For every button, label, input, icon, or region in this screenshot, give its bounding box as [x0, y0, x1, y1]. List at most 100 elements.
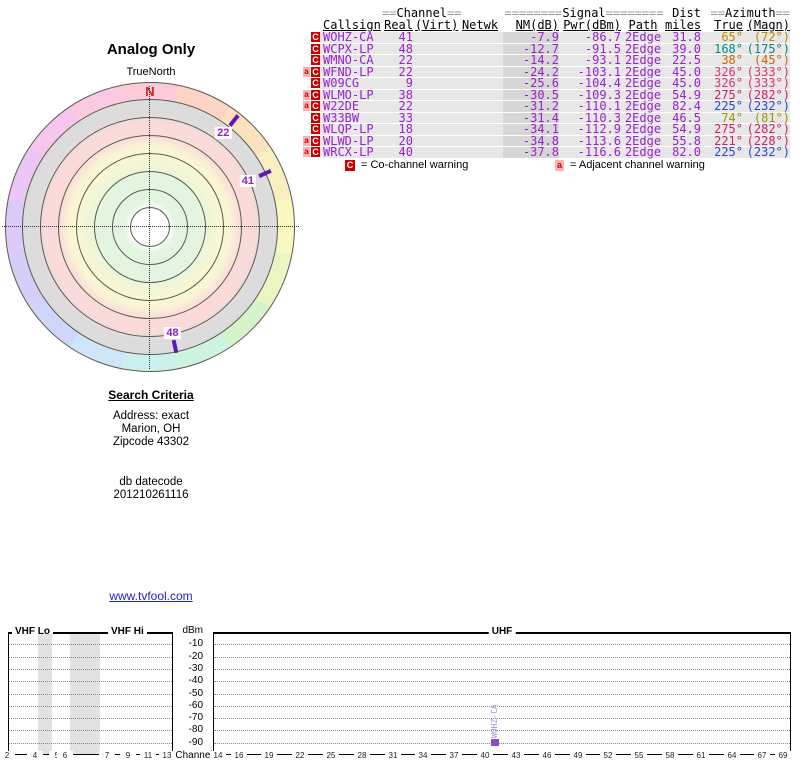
table-row: a C W22DE 22 -31.2 -110.1 2Edge 82.4 225° (232°): [303, 100, 790, 112]
radar-marker-label: 41: [239, 175, 256, 188]
real-channel-cell: 22: [382, 100, 413, 112]
power-cell: -104.4: [559, 77, 621, 89]
channel-tick-label: 49: [570, 751, 586, 760]
legend-co-channel: C = Co-channel warning: [345, 159, 468, 171]
virtual-channel-cell: [413, 147, 457, 158]
callsign-cell: WRCX-LP: [320, 146, 382, 158]
channel-tick-label: 69: [775, 751, 791, 760]
channel-tick-label: 2: [0, 751, 15, 760]
table-row: a C WRCX-LP 40 -37.8 -116.6 2Edge 82.0 225° (232°…: [303, 146, 790, 158]
row-warning-flags: C: [303, 124, 320, 135]
gridline: [214, 669, 790, 670]
power-cell: -112.9: [559, 123, 621, 135]
radar-plot: N 22 41 48: [2, 82, 299, 372]
distance-cell: 82.4: [665, 100, 701, 112]
radar-crosshair-vertical: [149, 86, 150, 369]
distance-cell: 31.8: [665, 31, 701, 43]
tvfool-link[interactable]: www.tvfool.com: [0, 589, 302, 603]
network-cell: [457, 78, 503, 89]
power-cell: -86.7: [559, 31, 621, 43]
gridline: [214, 694, 790, 695]
channel-tick-label: 13: [159, 751, 175, 760]
network-cell: [457, 101, 503, 112]
row-warning-flags: C: [303, 32, 320, 43]
radar-orientation-label: TrueNorth: [126, 66, 176, 78]
azimuth-true-cell: 275°: [701, 123, 743, 135]
co-channel-flag-icon: C: [311, 89, 320, 100]
table-row: C WLQP-LP 18 -34.1 -112.9 2Edge 54.9 275° (282°): [303, 123, 790, 135]
gridline: [214, 706, 790, 707]
real-channel-cell: 41: [382, 31, 413, 43]
network-cell: [457, 43, 503, 54]
gridline: [9, 644, 172, 645]
virtual-channel-cell: [413, 66, 457, 77]
signal-bar-callsign-label: WOHZ-CA: [490, 704, 499, 738]
azimuth-magn-cell: (333°): [743, 77, 790, 89]
gridline: [214, 718, 790, 719]
adjacent-channel-flag-icon: a: [303, 135, 310, 146]
co-channel-flag-icon: C: [311, 135, 320, 146]
virtual-channel-cell: [413, 43, 457, 54]
real-channel-cell: 22: [382, 54, 413, 66]
gridline: [214, 743, 790, 744]
co-channel-flag-icon: C: [311, 43, 320, 54]
co-channel-flag-icon: C: [311, 124, 320, 135]
row-warning-flags: aC: [303, 147, 320, 158]
gridline: [9, 694, 172, 695]
row-warning-flags: C: [303, 112, 320, 124]
path-cell: 2Edge: [621, 54, 665, 66]
virtual-channel-cell: [413, 112, 457, 123]
co-channel-flag-icon: C: [311, 112, 320, 123]
criteria-line: db datecode: [119, 476, 183, 488]
azimuth-magn-cell: (282°): [743, 123, 790, 135]
dbm-tick-label: -30: [188, 663, 203, 674]
adjacent-channel-flag-icon: a: [303, 66, 310, 77]
channel-tick-label: 61: [693, 751, 709, 760]
path-cell: 2Edge: [621, 77, 665, 89]
dbm-tick-label: -80: [188, 724, 203, 735]
dbm-axis-title: dBm: [182, 625, 203, 636]
path-cell: 2Edge: [621, 146, 665, 158]
azimuth-true-cell: 225°: [701, 100, 743, 112]
gridline: [214, 657, 790, 658]
real-channel-cell: 40: [382, 146, 413, 158]
power-cell: -110.1: [559, 100, 621, 112]
channel-tick-label: 67: [754, 751, 770, 760]
signal-table: ==Channel== ========Signal======== Dist …: [303, 7, 790, 159]
azimuth-true-cell: 65°: [701, 31, 743, 43]
dbm-tick-label: -10: [188, 638, 203, 649]
channel-tick-label: 43: [508, 751, 524, 760]
row-warning-flags: aC: [303, 66, 320, 78]
real-channel-cell: 18: [382, 123, 413, 135]
path-cell: 2Edge: [621, 31, 665, 43]
radar-title: Analog Only: [106, 41, 196, 58]
virtual-channel-cell: [413, 78, 457, 89]
network-cell: [457, 124, 503, 135]
gridline: [9, 706, 172, 707]
table-row: C W09CG 9 -25.6 -104.4 2Edge 45.0 326° (333°): [303, 77, 790, 89]
gridline: [9, 718, 172, 719]
criteria-line: 201210261116: [113, 489, 189, 501]
channel-tick-label: 52: [600, 751, 616, 760]
spectrum-chart: VHF Lo VHF Hi dBm -10 -20 -30 -40 -50 -60 -70-…: [0, 625, 800, 768]
network-cell: [457, 147, 503, 158]
channel-axis-label: Channel: [175, 750, 213, 761]
criteria-address: Address: exact Marion, OH Zipcode 43302: [0, 410, 302, 449]
network-cell: [457, 112, 503, 123]
azimuth-true-cell: 326°: [701, 77, 743, 89]
co-channel-flag-icon: C: [345, 159, 355, 171]
gridline: [214, 644, 790, 645]
power-cell: -93.1: [559, 54, 621, 66]
azimuth-magn-cell: (72°): [743, 31, 790, 43]
channel-tick-label: 14: [210, 751, 226, 760]
azimuth-magn-cell: (232°): [743, 146, 790, 158]
legend-co-text: = Co-channel warning: [361, 159, 469, 171]
search-criteria-heading: Search Criteria: [108, 388, 194, 402]
gridline: [9, 681, 172, 682]
path-cell: 2Edge: [621, 123, 665, 135]
uhf-label: UHF: [488, 626, 516, 637]
col-header-virt: (Virt): [415, 18, 459, 32]
table-body: C WOHZ-CA 41 -7.9 -86.7 2Edge 31.8 65° (72°) C WCP…: [303, 31, 790, 158]
dbm-tick-label: -20: [188, 651, 203, 662]
gridline: [9, 743, 172, 744]
